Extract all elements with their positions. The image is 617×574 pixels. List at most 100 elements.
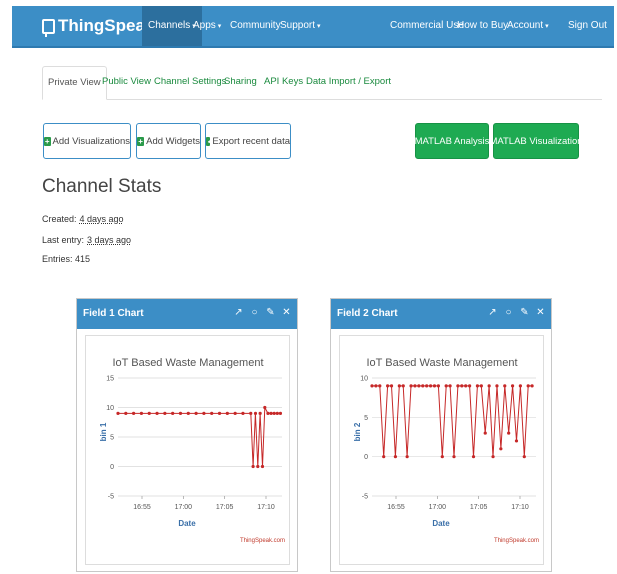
comment-icon[interactable]: ○ — [250, 307, 259, 319]
tab-public-view[interactable]: Public View — [102, 66, 151, 100]
data-point — [468, 384, 472, 388]
chevron-down-icon: ▾ — [545, 23, 549, 30]
x-tick-label: 16:55 — [387, 504, 405, 511]
nav-how-to-buy[interactable]: How to Buy — [457, 6, 508, 46]
field-2-chart: IoT Based Waste Management Date bin 2 Th… — [353, 357, 539, 544]
field-2-chart-card: Field 2 Chart ↗ ○ ✎ ✕ IoT Based Waste Ma… — [330, 298, 552, 572]
nav-apps[interactable]: Apps ▾ — [193, 6, 221, 46]
data-point — [171, 411, 175, 415]
created-value: 4 days ago — [79, 214, 124, 224]
data-point — [249, 411, 253, 415]
export-recent-data-label: Export recent data — [212, 135, 290, 147]
data-point — [526, 384, 530, 388]
nav-support-label: Support — [280, 20, 316, 31]
external-link-icon[interactable]: ↗ — [234, 307, 243, 319]
y-tick-label: 0 — [110, 464, 114, 471]
y-tick-label: -5 — [362, 494, 368, 501]
nav-commercial-use[interactable]: Commercial Use — [390, 6, 464, 46]
data-point — [397, 384, 401, 388]
data-point — [393, 455, 398, 459]
export-recent-data-button[interactable]: Export recent data — [205, 123, 291, 159]
entries-label: Entries: — [42, 254, 73, 264]
add-visualizations-button[interactable]: + Add Visualizations — [43, 123, 131, 159]
tab-private-view[interactable]: Private View — [42, 66, 107, 100]
nav-community[interactable]: Community — [230, 6, 281, 46]
data-point — [225, 411, 229, 415]
x-tick-label: 17:05 — [470, 504, 488, 511]
data-point — [479, 384, 483, 388]
data-point — [116, 411, 120, 415]
close-icon[interactable]: ✕ — [282, 307, 291, 319]
created-label: Created: — [42, 214, 77, 224]
plus-icon: + — [137, 136, 145, 146]
data-point — [452, 455, 456, 459]
data-point — [495, 384, 499, 388]
comment-icon[interactable]: ○ — [504, 307, 513, 319]
data-point — [460, 384, 464, 388]
y-tick-label: 5 — [110, 435, 114, 442]
data-point — [233, 411, 237, 415]
export-icon — [206, 136, 211, 146]
add-widgets-button[interactable]: + Add Widgets — [136, 123, 201, 159]
data-point — [263, 405, 267, 410]
data-point — [253, 411, 258, 415]
data-point — [382, 455, 386, 459]
tab-sharing[interactable]: Sharing — [224, 66, 257, 100]
data-point — [428, 384, 433, 388]
tab-channel-settings[interactable]: Channel Settings — [154, 66, 226, 100]
speech-bubble-icon — [42, 18, 55, 37]
data-point — [475, 384, 480, 388]
data-point — [417, 384, 421, 388]
data-point — [483, 431, 487, 435]
add-visualizations-label: Add Visualizations — [52, 135, 130, 147]
close-icon[interactable]: ✕ — [536, 307, 545, 319]
data-point — [487, 384, 491, 388]
data-point — [272, 411, 276, 415]
nav-how-to-buy-label: How to Buy — [457, 20, 509, 31]
data-point — [241, 411, 245, 415]
stat-created: Created: 4 days ago — [42, 214, 124, 224]
pencil-icon[interactable]: ✎ — [266, 307, 275, 319]
y-axis-label: bin 1 — [99, 422, 108, 441]
data-point — [370, 384, 374, 388]
data-point — [444, 384, 448, 388]
matlab-analysis-button[interactable]: MATLAB Analysis — [415, 123, 489, 159]
tab-api-keys[interactable]: API Keys — [264, 66, 303, 100]
external-link-icon[interactable]: ↗ — [488, 307, 497, 319]
data-point — [409, 384, 413, 388]
nav-support[interactable]: Support ▾ — [280, 6, 321, 46]
data-point — [413, 384, 417, 388]
y-tick-label: 10 — [360, 376, 368, 383]
chart-toolbar: ↗ ○ ✎ ✕ — [234, 307, 291, 319]
y-tick-label: -5 — [108, 494, 114, 501]
y-axis-label: bin 2 — [353, 422, 362, 441]
data-point — [278, 411, 283, 415]
x-tick-label: 17:00 — [429, 504, 447, 511]
tab-data-import-export[interactable]: Data Import / Export — [306, 66, 391, 100]
data-point — [186, 411, 190, 415]
y-tick-label: 15 — [106, 376, 114, 383]
channel-stats-title: Channel Stats — [42, 176, 162, 197]
nav-sign-out[interactable]: Sign Out — [568, 6, 607, 46]
data-point — [507, 431, 511, 435]
y-tick-label: 5 — [364, 415, 368, 422]
brand-name: ThingSpeak — [58, 16, 155, 35]
data-point — [440, 455, 444, 459]
plus-icon: + — [44, 136, 51, 146]
data-point — [522, 455, 526, 459]
chevron-down-icon: ▾ — [317, 23, 321, 30]
data-point — [425, 384, 429, 388]
data-point — [139, 411, 144, 415]
data-point — [514, 439, 519, 443]
x-tick-label: 17:00 — [175, 504, 193, 511]
x-axis-label: Date — [432, 519, 450, 528]
nav-account[interactable]: Account ▾ — [507, 6, 549, 46]
data-point — [124, 411, 128, 415]
channel-tabs: Private View Public View Channel Setting… — [42, 66, 602, 100]
pencil-icon[interactable]: ✎ — [520, 307, 529, 319]
data-point — [491, 455, 495, 459]
data-point — [530, 384, 534, 388]
data-point — [217, 411, 222, 415]
data-point — [202, 411, 206, 415]
matlab-visualization-button[interactable]: MATLAB Visualization — [489, 123, 583, 159]
